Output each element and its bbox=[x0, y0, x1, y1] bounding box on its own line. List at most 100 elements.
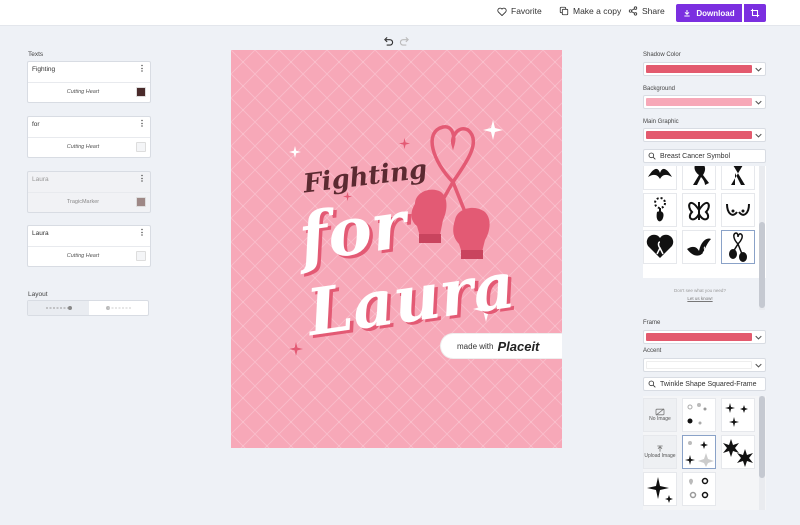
watermark-brand: Placeit bbox=[497, 338, 540, 354]
share-button[interactable]: Share bbox=[628, 6, 665, 16]
heart-ribbon-icon bbox=[646, 234, 674, 258]
text-value: Fighting bbox=[32, 66, 56, 73]
font-selector[interactable]: Cutting Heart bbox=[28, 89, 138, 95]
graphic-option[interactable] bbox=[643, 166, 677, 190]
upload-icon bbox=[657, 445, 663, 452]
text-card-4: Laura ⋮ Cutting Heart bbox=[27, 225, 151, 267]
layout-title: Layout bbox=[28, 291, 48, 298]
accent-option[interactable] bbox=[682, 472, 716, 506]
undo-button[interactable] bbox=[383, 33, 394, 51]
background-label: Background bbox=[643, 86, 676, 92]
accent-search-input[interactable]: Twinkle Shape Squared-Frame bbox=[643, 377, 766, 391]
text-color-swatch[interactable] bbox=[136, 197, 146, 207]
text-input-4[interactable]: Laura ⋮ bbox=[28, 226, 150, 247]
sparkle-icon bbox=[289, 146, 301, 158]
background-color-select[interactable] bbox=[643, 95, 766, 109]
text-input-2[interactable]: for ⋮ bbox=[28, 117, 150, 138]
text-value: for bbox=[32, 121, 40, 128]
shadow-color-select[interactable] bbox=[643, 62, 766, 76]
breast-outline-icon bbox=[726, 203, 750, 216]
layout-option-right[interactable] bbox=[89, 301, 149, 315]
graphic-option[interactable] bbox=[721, 166, 755, 190]
graphic-gallery bbox=[643, 166, 766, 278]
design-canvas[interactable]: Fighting for Laura made with Placeit bbox=[231, 50, 562, 448]
graphic-gallery-scrollbar[interactable] bbox=[759, 166, 765, 310]
graphic-search-input[interactable]: Breast Cancer Symbol bbox=[643, 149, 766, 163]
crop-button[interactable] bbox=[744, 4, 766, 22]
top-bar: Favorite Make a copy Share Download bbox=[0, 0, 800, 26]
font-selector[interactable]: Cutting Heart bbox=[28, 253, 138, 259]
no-image-option[interactable]: No Image bbox=[643, 398, 677, 432]
graphic-option[interactable] bbox=[682, 193, 716, 227]
text-color-swatch[interactable] bbox=[136, 87, 146, 97]
text-input-3[interactable]: Laura ⋮ bbox=[28, 172, 150, 193]
redo-button[interactable] bbox=[399, 33, 410, 51]
copy-icon bbox=[559, 6, 569, 16]
frame-color-select[interactable] bbox=[643, 330, 766, 344]
more-vertical-icon[interactable]: ⋮ bbox=[138, 65, 146, 73]
ribbon-icon bbox=[731, 166, 745, 185]
scroll-thumb[interactable] bbox=[759, 396, 765, 478]
graphic-option-selected[interactable] bbox=[721, 230, 755, 264]
help-text: Don't see what you need? Let us know! bbox=[652, 287, 748, 303]
favorite-button[interactable]: Favorite bbox=[497, 6, 542, 16]
texts-title: Texts bbox=[28, 51, 44, 58]
graphic-option[interactable] bbox=[721, 193, 755, 227]
frame-label: Frame bbox=[643, 320, 661, 326]
color-preview bbox=[646, 361, 752, 369]
upload-image-label: Upload Image bbox=[644, 453, 676, 459]
accent-option[interactable] bbox=[721, 435, 755, 469]
accent-option[interactable] bbox=[643, 472, 677, 506]
text-card-1: Fighting ⋮ Cutting Heart bbox=[27, 61, 151, 103]
text-card-3: Laura ⋮ TragicMarker bbox=[27, 171, 151, 213]
make-copy-button[interactable]: Make a copy bbox=[559, 6, 621, 16]
chevron-down-icon bbox=[753, 332, 763, 342]
graphic-option[interactable] bbox=[643, 230, 677, 264]
dots-pattern-icon bbox=[687, 403, 707, 425]
layout-option-left[interactable] bbox=[28, 301, 89, 315]
upload-image-option[interactable]: Upload Image bbox=[643, 435, 677, 469]
accent-option[interactable] bbox=[721, 398, 755, 432]
text-value: Laura bbox=[32, 230, 49, 237]
font-selector[interactable]: Cutting Heart bbox=[28, 144, 138, 150]
shadow-color-label: Shadow Color bbox=[643, 52, 681, 58]
accent-color-select[interactable] bbox=[643, 358, 766, 372]
font-selector[interactable]: TragicMarker bbox=[28, 199, 138, 205]
more-vertical-icon[interactable]: ⋮ bbox=[138, 229, 146, 237]
arrow-left-icon bbox=[106, 306, 132, 310]
graphic-option[interactable] bbox=[682, 230, 716, 264]
no-image-icon bbox=[655, 408, 665, 416]
text-input-1[interactable]: Fighting ⋮ bbox=[28, 62, 150, 83]
accent-search-value: Twinkle Shape Squared-Frame bbox=[660, 380, 757, 388]
chevron-down-icon bbox=[753, 360, 763, 370]
accent-label: Accent bbox=[643, 348, 662, 354]
download-button[interactable]: Download bbox=[676, 4, 742, 22]
text-color-swatch[interactable] bbox=[136, 251, 146, 261]
chevron-down-icon bbox=[753, 64, 763, 74]
color-preview bbox=[646, 131, 752, 139]
text-card-2: for ⋮ Cutting Heart bbox=[27, 116, 151, 158]
placeit-watermark: made with Placeit bbox=[441, 334, 562, 358]
make-copy-label: Make a copy bbox=[573, 6, 622, 16]
boxing-gloves-graphic bbox=[411, 125, 490, 259]
scroll-thumb[interactable] bbox=[759, 222, 765, 308]
graphic-search-value: Breast Cancer Symbol bbox=[660, 152, 731, 160]
graphic-option[interactable] bbox=[643, 193, 677, 227]
ribbon-birds-icon bbox=[648, 168, 672, 179]
search-icon bbox=[648, 380, 656, 388]
redo-icon bbox=[399, 36, 409, 46]
accent-option[interactable] bbox=[682, 398, 716, 432]
accent-gallery-scrollbar[interactable] bbox=[759, 396, 765, 510]
graphic-option[interactable] bbox=[682, 166, 716, 190]
help-link[interactable]: Let us know! bbox=[652, 295, 748, 303]
search-icon bbox=[648, 152, 656, 160]
crop-icon bbox=[750, 8, 760, 18]
twinkle-mix-icon bbox=[685, 441, 714, 467]
chevron-down-icon bbox=[753, 130, 763, 140]
main-graphic-color-select[interactable] bbox=[643, 128, 766, 142]
more-vertical-icon[interactable]: ⋮ bbox=[138, 175, 146, 183]
text-color-swatch[interactable] bbox=[136, 142, 146, 152]
canvas-text-line2[interactable]: for bbox=[294, 185, 411, 277]
more-vertical-icon[interactable]: ⋮ bbox=[138, 120, 146, 128]
accent-option-selected[interactable] bbox=[682, 435, 716, 469]
